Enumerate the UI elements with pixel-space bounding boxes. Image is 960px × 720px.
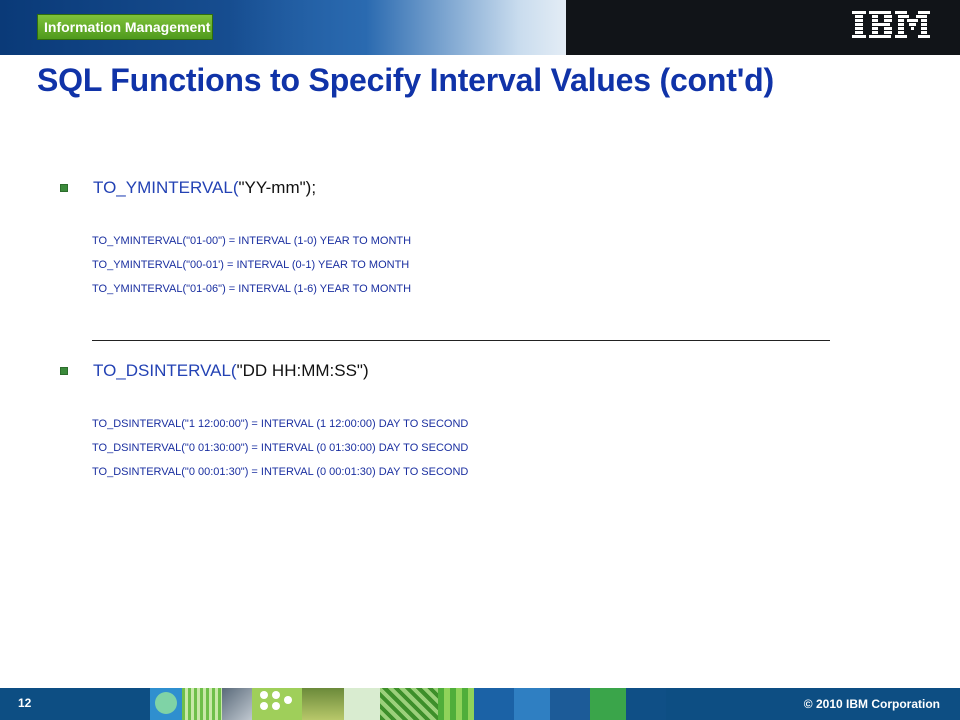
example-line: TO_YMINTERVAL("01-00") = INTERVAL (1-0) … [92,235,412,247]
mosaic-tile [222,688,252,720]
example-line: TO_YMINTERVAL("01-06") = INTERVAL (1-6) … [92,283,412,295]
mosaic-tile [514,688,550,720]
banner-gradient [230,0,570,55]
bullet-ymininterval: TO_YMINTERVAL("YY-mm"); [60,178,316,198]
example-line: TO_DSINTERVAL("1 12:00:00") = INTERVAL (… [92,418,469,430]
mosaic-tile [344,688,380,720]
function-name: TO_YMINTERVAL( [93,178,239,197]
footer-image-mosaic [150,688,730,720]
bullet-text: TO_YMINTERVAL("YY-mm"); [93,178,316,198]
bullet-square-icon [60,367,68,375]
circle-icon [155,692,177,714]
footer-bar: 12 © 2010 IBM Corporation [0,688,960,720]
copyright-text: © 2010 IBM Corporation [803,697,940,711]
mosaic-tile [626,688,666,720]
example-line: TO_DSINTERVAL("0 00:01:30") = INTERVAL (… [92,466,469,478]
section-divider [92,340,830,341]
mosaic-tile [550,688,590,720]
mosaic-tile [590,688,626,720]
example-line: TO_YMINTERVAL("00-01') = INTERVAL (0-1) … [92,259,410,271]
mosaic-tile [474,688,514,720]
information-management-badge: Information Management [37,14,213,40]
slide-title: SQL Functions to Specify Interval Values… [37,62,774,98]
function-args: "DD HH:MM:SS") [236,361,369,380]
bullet-text: TO_DSINTERVAL("DD HH:MM:SS") [93,361,369,381]
bullet-square-icon [60,184,68,192]
function-name: TO_DSINTERVAL( [93,361,237,380]
mosaic-tile [380,688,438,720]
mosaic-tile [252,688,302,720]
mosaic-tile [438,688,474,720]
example-line: TO_DSINTERVAL("0 01:30:00") = INTERVAL (… [92,442,469,454]
mosaic-tile [182,688,222,720]
page-number: 12 [18,696,32,710]
ibm-logo [852,11,930,38]
mosaic-tile [150,688,182,720]
mosaic-tile [302,688,344,720]
bullet-dsinterval: TO_DSINTERVAL("DD HH:MM:SS") [60,361,369,381]
function-args: "YY-mm"); [238,178,317,197]
header-banner: Information Management [0,0,960,55]
